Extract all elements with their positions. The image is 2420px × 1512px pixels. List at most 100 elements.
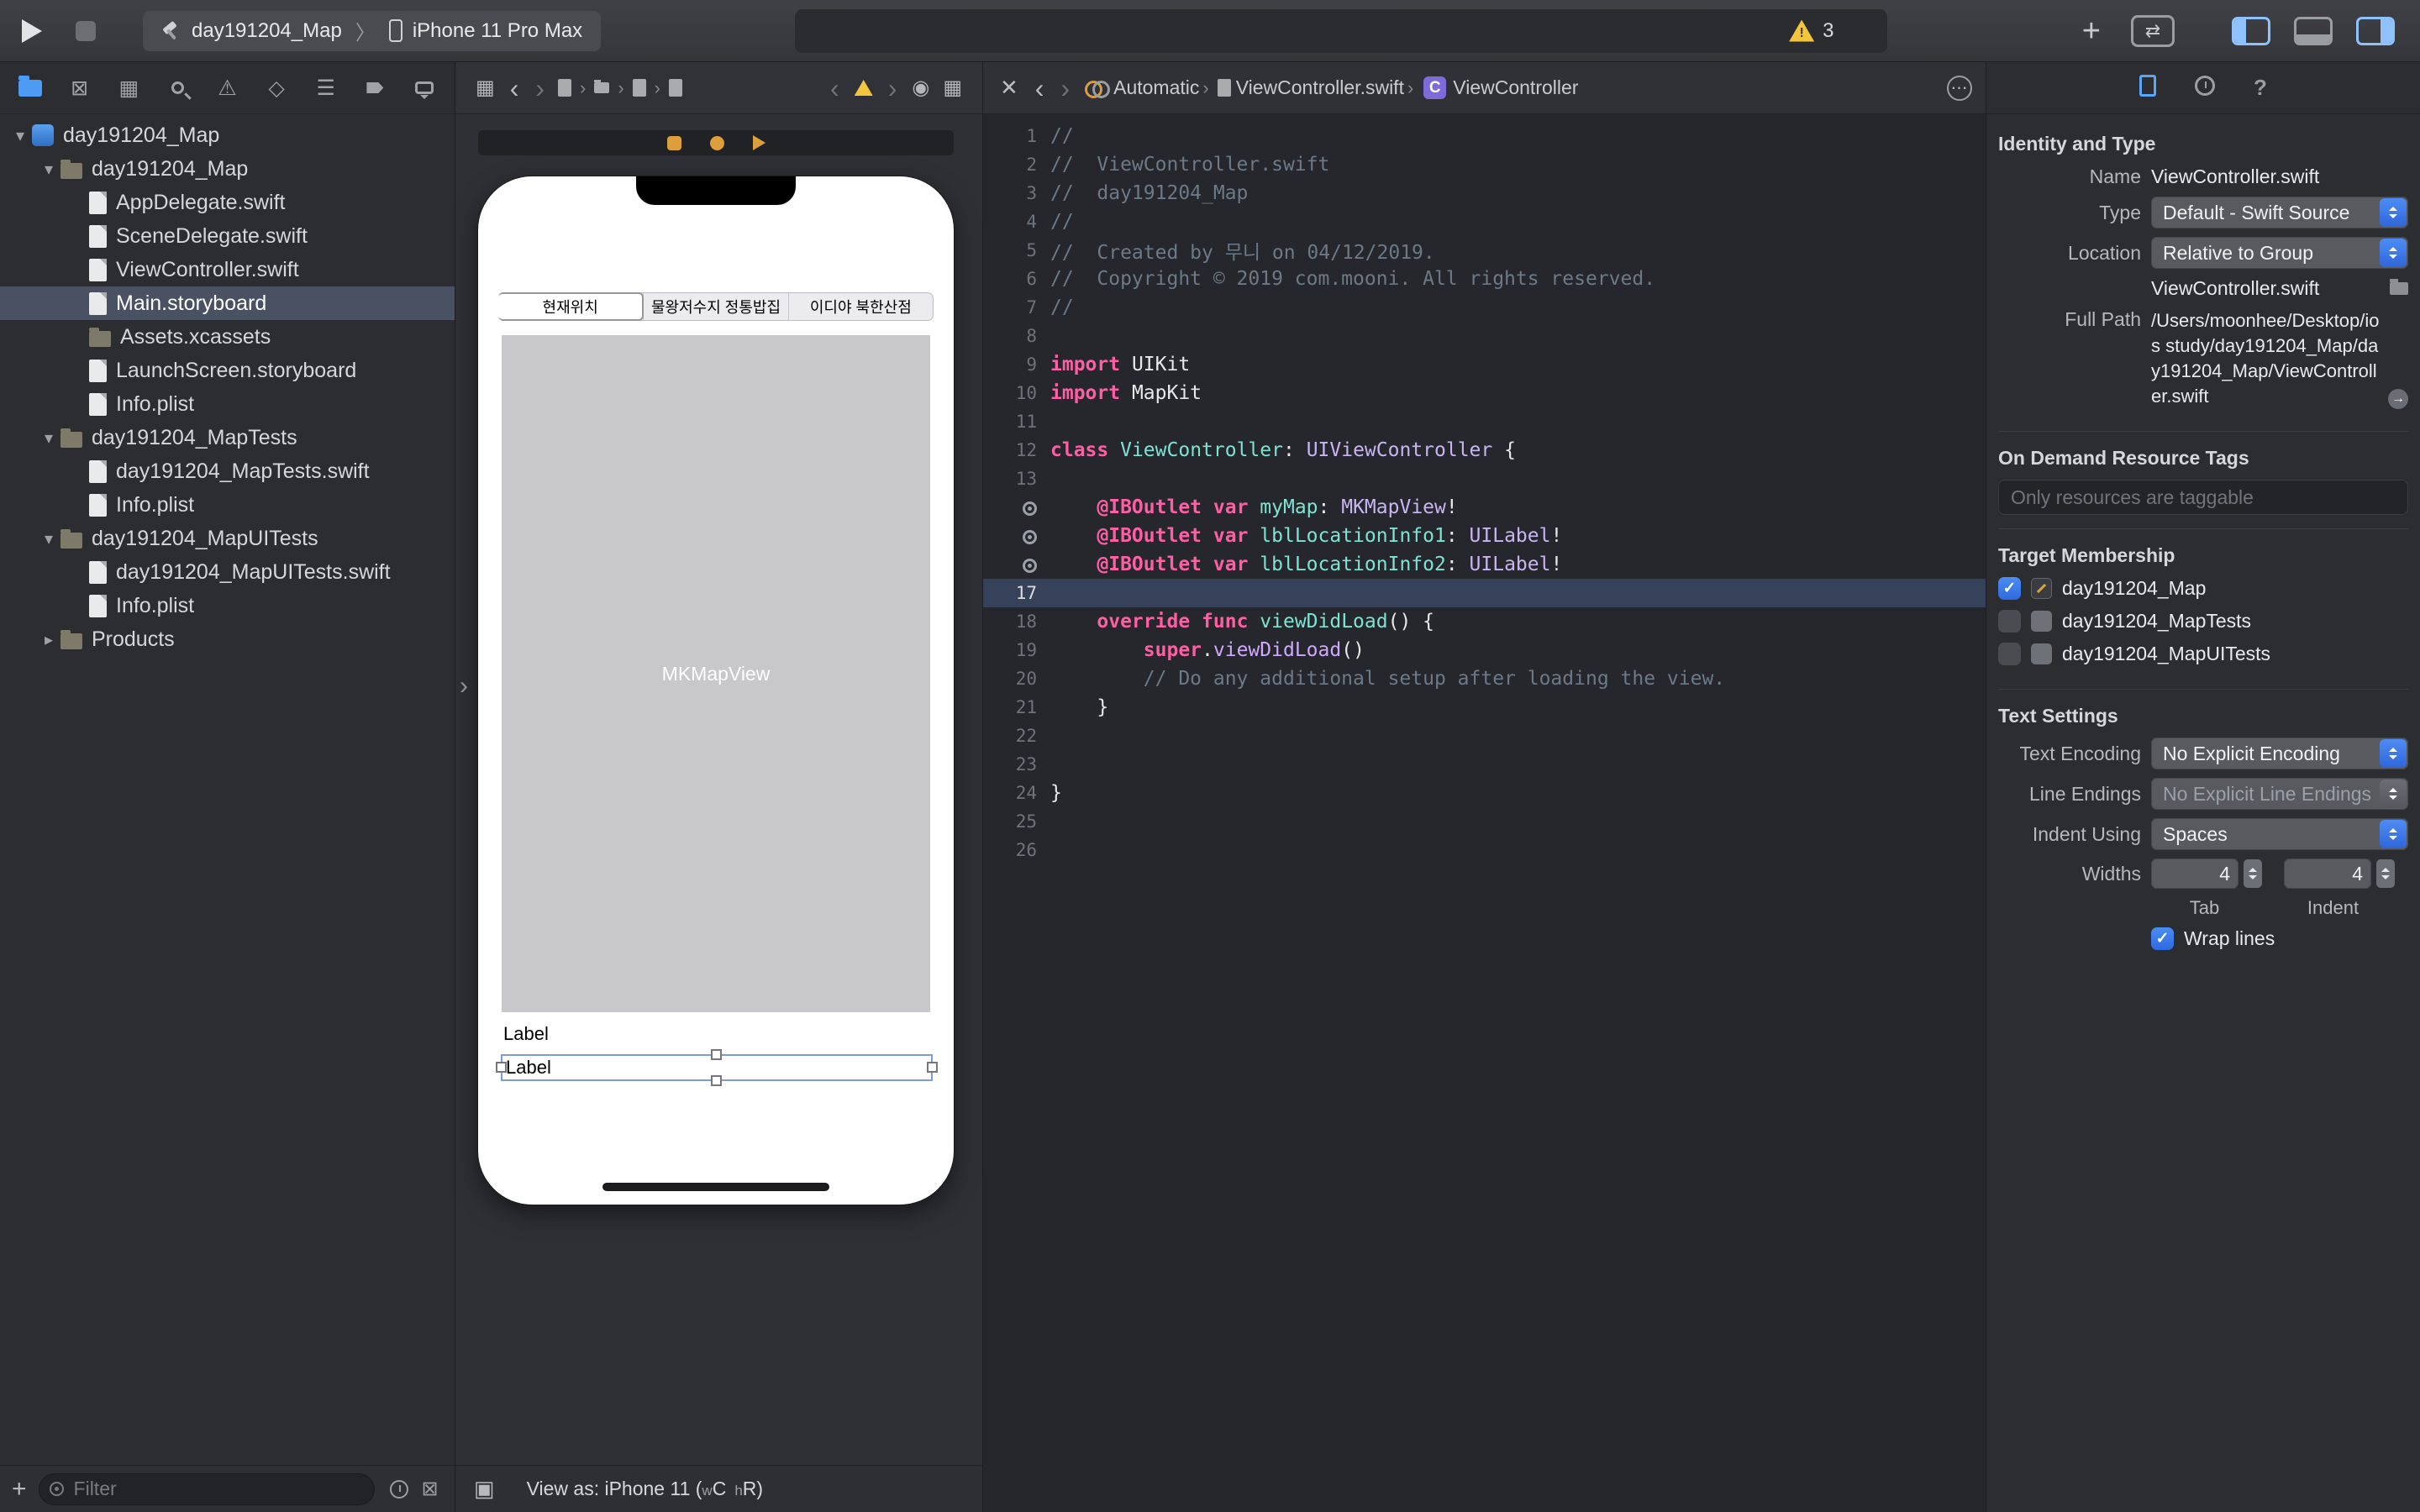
storyboard-crumb-icon[interactable] (558, 79, 571, 97)
location-label-2-selected[interactable]: Label (501, 1054, 933, 1081)
resize-handle[interactable] (711, 1075, 722, 1086)
code-line-20[interactable]: 20 // Do any additional setup after load… (983, 664, 1986, 693)
breadcrumb-symbol[interactable]: ViewController (1453, 76, 1578, 99)
file-row[interactable]: ▸Products (0, 622, 455, 656)
adjust-editor-icon[interactable]: ◉ (912, 76, 929, 100)
debug-navigator-icon[interactable]: ☰ (313, 75, 339, 102)
file-row[interactable]: Main.storyboard (0, 286, 455, 320)
scene-list-icon[interactable]: ▦ (476, 76, 495, 100)
next-issue-icon[interactable]: › (888, 75, 897, 102)
disclosure-open-icon[interactable]: ▾ (37, 428, 60, 449)
first-responder-icon[interactable] (710, 136, 724, 150)
indent-width-field[interactable]: 4 (2284, 858, 2371, 889)
breadcrumb-file[interactable]: ViewController.swift (1236, 76, 1404, 99)
panel-collapse-chevron-icon[interactable]: › (460, 672, 468, 701)
warning-icon[interactable]: ! (1789, 20, 1814, 42)
code-line-25[interactable]: 25 (983, 807, 1986, 836)
type-dropdown[interactable]: Default - Swift Source (2151, 197, 2408, 228)
code-line-22[interactable]: 22 (983, 722, 1986, 750)
file-row[interactable]: LaunchScreen.storyboard (0, 354, 455, 387)
quick-help-inspector-tab[interactable]: ? (2254, 75, 2267, 101)
target-checkbox[interactable] (1998, 643, 2021, 665)
indent-using-dropdown[interactable]: Spaces (2151, 818, 2408, 850)
segment-3[interactable]: 이디야 북한산점 (788, 293, 933, 320)
wrap-lines-checkbox[interactable]: ✓ (2151, 927, 2174, 950)
history-inspector-tab[interactable] (2195, 76, 2215, 100)
code-line-23[interactable]: 23 (983, 750, 1986, 779)
code-line-24[interactable]: 24} (983, 779, 1986, 807)
code-line-19[interactable]: 19 super.viewDidLoad() (983, 636, 1986, 664)
code-line-14[interactable]: @IBOutlet var myMap: MKMapView! (983, 493, 1986, 522)
toggle-inspector-panel-icon[interactable] (2356, 17, 2395, 45)
iphone-device-preview[interactable]: 현재위치물왕저수지 정통밥집이디야 북한산점 MKMapView Label L… (478, 176, 954, 1205)
file-row[interactable]: Info.plist (0, 387, 455, 421)
file-row[interactable]: ▾day191204_MapTests (0, 421, 455, 454)
editor-back-icon[interactable]: ‹ (1035, 75, 1044, 102)
editor-arrangement-icon[interactable]: ⇄ (2131, 15, 2175, 47)
outlet-connector-icon[interactable] (983, 526, 1050, 546)
code-line-4[interactable]: 4// (983, 207, 1986, 236)
tab-width-field[interactable]: 4 (2151, 858, 2238, 889)
file-row[interactable]: ▾day191204_MapUITests (0, 522, 455, 555)
file-row[interactable]: Assets.xcassets (0, 320, 455, 354)
code-line-11[interactable]: 11 (983, 407, 1986, 436)
test-navigator-icon[interactable]: ◇ (263, 75, 290, 102)
source-control-navigator-icon[interactable]: ⊠ (66, 75, 93, 102)
view-as-label[interactable]: View as: iPhone 11 (wChR) (527, 1478, 764, 1500)
prev-issue-icon[interactable]: ‹ (830, 75, 839, 102)
code-line-16[interactable]: @IBOutlet var lblLocationInfo2: UILabel! (983, 550, 1986, 579)
code-line-5[interactable]: 5// Created by 무니 on 04/12/2019. (983, 236, 1986, 265)
code-line-18[interactable]: 18 override func viewDidLoad() { (983, 607, 1986, 636)
toggle-navigator-panel-icon[interactable] (2232, 17, 2270, 45)
recent-files-icon[interactable] (390, 1480, 408, 1499)
code-line-15[interactable]: @IBOutlet var lblLocationInfo1: UILabel! (983, 522, 1986, 550)
code-line-10[interactable]: 10import MapKit (983, 379, 1986, 407)
location-dropdown[interactable]: Relative to Group (2151, 237, 2408, 269)
file-row[interactable]: AppDelegate.swift (0, 186, 455, 219)
file-row[interactable]: ▾day191204_Map (0, 118, 455, 152)
file-row[interactable]: ▾day191204_Map (0, 152, 455, 186)
scheme-selector[interactable]: day191204_Map 〉 iPhone 11 Pro Max (143, 11, 601, 51)
code-line-8[interactable]: 8 (983, 322, 1986, 350)
project-navigator-icon[interactable] (17, 75, 44, 102)
code-line-9[interactable]: 9import UIKit (983, 350, 1986, 379)
view-controller-icon[interactable] (667, 136, 681, 150)
resize-handle[interactable] (711, 1049, 722, 1060)
issue-navigator-icon[interactable]: ⚠ (214, 75, 241, 102)
choose-location-folder-icon[interactable] (2390, 282, 2408, 295)
close-editor-icon[interactable]: ✕ (1000, 75, 1018, 101)
warning-count[interactable]: 3 (1823, 19, 1833, 43)
file-inspector-tab[interactable] (2139, 75, 2156, 101)
outlet-connector-icon[interactable] (983, 554, 1050, 575)
file-row[interactable]: Info.plist (0, 488, 455, 522)
issue-warning-icon[interactable] (855, 80, 873, 96)
odr-tags-field[interactable] (1998, 480, 2408, 515)
target-checkbox[interactable] (1998, 610, 2021, 633)
scene-crumb-icon[interactable] (633, 79, 646, 97)
code-line-26[interactable]: 26 (983, 836, 1986, 864)
editor-options-icon[interactable]: ⋯ (1947, 76, 1972, 101)
disclosure-open-icon[interactable]: ▾ (8, 125, 32, 146)
storyboard-canvas[interactable]: 현재위치물왕저수지 정통밥집이디야 북한산점 MKMapView Label L… (455, 115, 982, 1465)
toggle-debug-area-icon[interactable] (2294, 17, 2333, 45)
code-line-2[interactable]: 2// ViewController.swift (983, 150, 1986, 179)
exit-segue-icon[interactable] (753, 135, 765, 150)
target-checkbox[interactable]: ✓ (1998, 577, 2021, 600)
filter-field[interactable] (39, 1473, 375, 1505)
library-add-icon[interactable]: + (2082, 15, 2101, 47)
editor-forward-icon[interactable]: › (1060, 75, 1070, 102)
ib-back-icon[interactable]: ‹ (510, 75, 519, 102)
text-encoding-dropdown[interactable]: No Explicit Encoding (2151, 738, 2408, 769)
breadcrumb-automatic[interactable]: Automatic (1113, 76, 1199, 99)
resize-handle[interactable] (496, 1062, 507, 1073)
code-line-3[interactable]: 3// day191204_Map (983, 179, 1986, 207)
breakpoint-navigator-icon[interactable] (361, 75, 388, 102)
code-line-17[interactable]: 17 (983, 579, 1986, 607)
outlet-connector-icon[interactable] (983, 497, 1050, 517)
code-line-1[interactable]: 1// (983, 122, 1986, 150)
viewcontroller-crumb-icon[interactable] (669, 79, 682, 97)
source-control-status-icon[interactable]: ⊠ (422, 1477, 439, 1501)
code-line-12[interactable]: 12class ViewController: UIViewController… (983, 436, 1986, 465)
name-field[interactable]: ViewController.swift (2151, 165, 2319, 188)
add-editor-icon[interactable]: ▦ (943, 76, 962, 100)
